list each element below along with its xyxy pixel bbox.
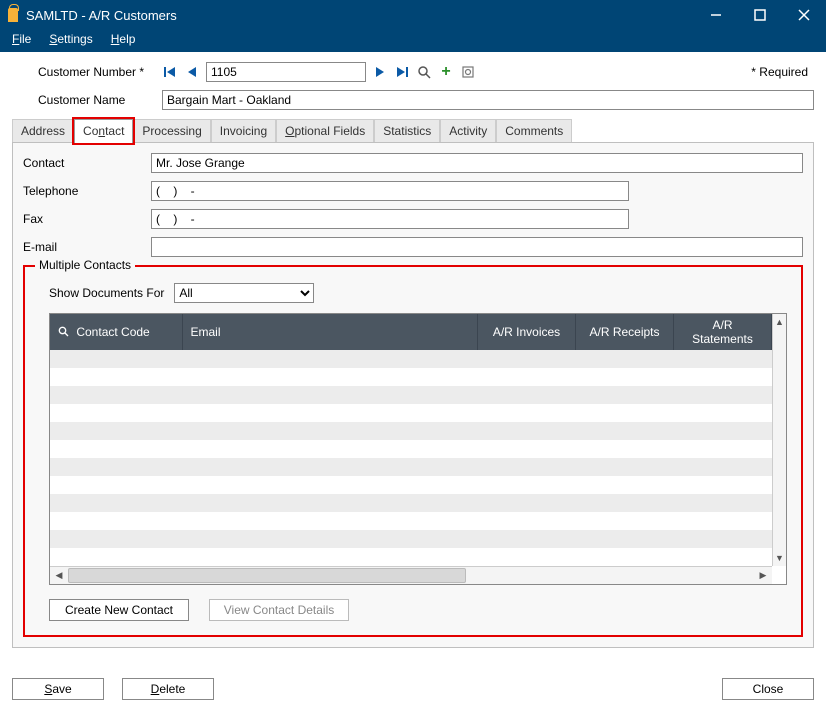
- table-row[interactable]: [50, 494, 772, 512]
- show-documents-for-label: Show Documents For: [49, 286, 164, 300]
- scroll-down-icon[interactable]: ▼: [773, 550, 786, 566]
- tab-address[interactable]: Address: [12, 119, 74, 143]
- scroll-right-icon[interactable]: ▶: [754, 567, 772, 584]
- table-row[interactable]: [50, 512, 772, 530]
- tab-statistics[interactable]: Statistics: [374, 119, 440, 143]
- nav-last-icon[interactable]: [394, 64, 410, 80]
- tabs: Address Contact Processing Invoicing Opt…: [12, 118, 814, 648]
- required-note: * Required: [751, 65, 814, 79]
- new-icon[interactable]: +: [438, 64, 454, 80]
- menu-help[interactable]: Help: [103, 30, 144, 48]
- window-title: SAMLTD - A/R Customers: [26, 8, 177, 23]
- email-input[interactable]: [151, 237, 803, 257]
- col-ar-statements[interactable]: A/R Statements: [674, 314, 772, 350]
- table-row[interactable]: [50, 368, 772, 386]
- nav-next-icon[interactable]: [372, 64, 388, 80]
- menu-settings[interactable]: Settings: [41, 30, 100, 48]
- footer-buttons: Save Delete Close: [12, 678, 814, 700]
- app-icon: [8, 8, 18, 22]
- maximize-button[interactable]: [738, 0, 782, 30]
- fax-label: Fax: [23, 212, 151, 226]
- tab-optional-fields[interactable]: Optional Fields: [276, 119, 374, 143]
- customer-number-input[interactable]: [206, 62, 366, 82]
- record-nav-right: +: [372, 64, 476, 80]
- client-area: Customer Number * + * Req: [0, 52, 826, 712]
- tab-comments[interactable]: Comments: [496, 119, 572, 143]
- table-row[interactable]: [50, 476, 772, 494]
- table-row[interactable]: [50, 422, 772, 440]
- grid-horizontal-scrollbar[interactable]: ◀ ▶: [50, 566, 772, 584]
- telephone-input[interactable]: [151, 181, 629, 201]
- col-contact-code[interactable]: Contact Code: [50, 314, 182, 350]
- grid-vertical-scrollbar[interactable]: ▲ ▼: [772, 314, 786, 566]
- contact-label: Contact: [23, 156, 151, 170]
- customer-name-row: Customer Name: [12, 90, 814, 110]
- close-button[interactable]: Close: [722, 678, 814, 700]
- scroll-left-icon[interactable]: ◀: [50, 567, 68, 584]
- tab-processing[interactable]: Processing: [133, 119, 210, 143]
- customer-name-label: Customer Name: [12, 93, 162, 107]
- table-row[interactable]: [50, 530, 772, 548]
- menu-file[interactable]: File: [4, 30, 39, 48]
- create-new-contact-button[interactable]: Create New Contact: [49, 599, 189, 621]
- nav-first-icon[interactable]: [162, 64, 178, 80]
- col-email[interactable]: Email: [182, 314, 478, 350]
- tab-panel-contact: Contact Telephone Fax E-mail Multiple Co…: [12, 142, 814, 648]
- customer-number-row: Customer Number * + * Req: [12, 62, 814, 82]
- minimize-button[interactable]: [694, 0, 738, 30]
- fax-input[interactable]: [151, 209, 629, 229]
- table-row[interactable]: [50, 404, 772, 422]
- table-row[interactable]: [50, 386, 772, 404]
- tab-strip: Address Contact Processing Invoicing Opt…: [12, 118, 814, 142]
- telephone-label: Telephone: [23, 184, 151, 198]
- tab-activity[interactable]: Activity: [440, 119, 496, 143]
- customer-name-input[interactable]: [162, 90, 814, 110]
- tab-contact[interactable]: Contact: [74, 119, 133, 143]
- record-nav: [162, 64, 200, 80]
- contact-input[interactable]: [151, 153, 803, 173]
- multiple-contacts-group: Multiple Contacts Show Documents For All: [23, 265, 803, 637]
- grid-body: [50, 350, 772, 566]
- contacts-grid[interactable]: Contact Code Email A/R Invoices A/R Rece…: [49, 313, 787, 585]
- scroll-up-icon[interactable]: ▲: [773, 314, 786, 330]
- tab-invoicing[interactable]: Invoicing: [211, 119, 276, 143]
- hscroll-thumb[interactable]: [68, 568, 466, 583]
- nav-prev-icon[interactable]: [184, 64, 200, 80]
- col-ar-invoices[interactable]: A/R Invoices: [478, 314, 576, 350]
- menu-bar: File Settings Help: [0, 30, 826, 52]
- delete-button[interactable]: Delete: [122, 678, 214, 700]
- save-button[interactable]: Save: [12, 678, 104, 700]
- col-ar-receipts[interactable]: A/R Receipts: [576, 314, 674, 350]
- table-row[interactable]: [50, 458, 772, 476]
- email-label: E-mail: [23, 240, 151, 254]
- customer-number-label: Customer Number *: [12, 65, 162, 79]
- zoom-icon[interactable]: [460, 64, 476, 80]
- title-bar: SAMLTD - A/R Customers: [0, 0, 826, 30]
- show-documents-for-select[interactable]: All: [174, 283, 314, 303]
- close-window-button[interactable]: [782, 0, 826, 30]
- table-row[interactable]: [50, 440, 772, 458]
- finder-icon[interactable]: [416, 64, 432, 80]
- table-row[interactable]: [50, 548, 772, 566]
- view-contact-details-button: View Contact Details: [209, 599, 349, 621]
- multiple-contacts-legend: Multiple Contacts: [35, 258, 135, 272]
- table-row[interactable]: [50, 350, 772, 368]
